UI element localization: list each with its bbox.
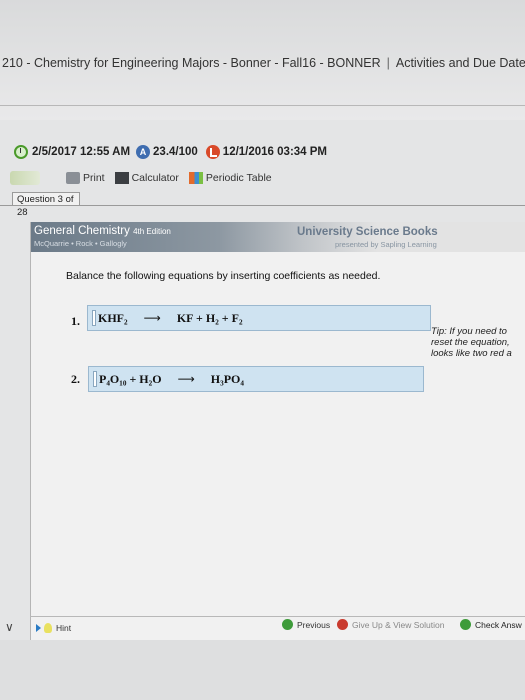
equation-number-1: 1. bbox=[71, 314, 80, 328]
book-title-text: General Chemistry bbox=[34, 225, 130, 237]
give-up-icon bbox=[337, 619, 348, 630]
print-label: Print bbox=[83, 172, 105, 184]
print-button[interactable]: Print bbox=[66, 172, 105, 184]
printer-icon bbox=[66, 172, 80, 184]
breadcrumb-separator: | bbox=[386, 56, 390, 70]
equation-2-reactants: P₄O₁₀ + H₂O bbox=[99, 371, 162, 386]
give-up-button[interactable]: Give Up & View Solution bbox=[337, 619, 444, 630]
resources-icon[interactable] bbox=[10, 171, 40, 185]
score-icon: A bbox=[136, 145, 151, 159]
hint-button[interactable]: Hint bbox=[36, 623, 71, 633]
tip-line-2: reset the equation, bbox=[431, 337, 510, 348]
previous-icon bbox=[282, 619, 293, 630]
tools-toolbar: Print Calculator Periodic Table bbox=[0, 168, 525, 188]
question-divider bbox=[0, 205, 525, 206]
coefficient-input-2a[interactable] bbox=[93, 371, 97, 387]
course-title[interactable]: 210 - Chemistry for Engineering Majors -… bbox=[2, 56, 381, 70]
equation-1-products: KF + H₂ + F₂ bbox=[176, 310, 243, 325]
periodic-table-button[interactable]: Periodic Table bbox=[188, 172, 272, 184]
equation-2-box[interactable]: P₄O₁₀ + H₂O ⟶ H₃PO₄ bbox=[88, 366, 424, 392]
calculator-icon bbox=[114, 172, 129, 184]
coefficient-input-1a[interactable] bbox=[92, 310, 96, 326]
hint-label: Hint bbox=[56, 623, 72, 633]
previous-button[interactable]: Previous bbox=[282, 619, 330, 630]
score-value: 23.4/100 bbox=[153, 146, 198, 158]
current-datetime: 2/5/2017 12:55 AM bbox=[32, 146, 131, 158]
score-badge-letter: A bbox=[139, 147, 147, 157]
activities-link[interactable]: Activities and Due Dates bbox=[396, 56, 525, 70]
check-answer-button[interactable]: Check Answ bbox=[460, 619, 522, 630]
expand-triangle-icon bbox=[36, 624, 41, 632]
browser-header: 210 - Chemistry for Engineering Majors -… bbox=[0, 0, 525, 120]
book-title: General Chemistry 4th Edition bbox=[34, 225, 171, 237]
book-edition: 4th Edition bbox=[133, 227, 171, 236]
assignment-status-bar: 2/5/2017 12:55 AM A 23.4/100 12/1/2016 0… bbox=[0, 140, 525, 164]
equation-1-reactants: KHF₂ bbox=[98, 310, 128, 325]
equation-2-products: H₃PO₄ bbox=[210, 371, 244, 386]
chevron-down-icon[interactable]: ∨ bbox=[5, 620, 14, 634]
tip-line-3: looks like two red a bbox=[431, 348, 512, 359]
publisher-name: University Science Books bbox=[297, 226, 438, 238]
previous-label: Previous bbox=[297, 619, 331, 630]
periodic-table-label: Periodic Table bbox=[205, 172, 272, 184]
problem-instruction: Balance the following equations by inser… bbox=[66, 270, 381, 282]
reaction-arrow-2: ⟶ bbox=[177, 372, 195, 386]
equation-number-2: 2. bbox=[71, 372, 80, 386]
question-tab[interactable]: Question 3 of 28 bbox=[12, 192, 80, 218]
header-divider bbox=[0, 105, 525, 106]
equation-1-box[interactable]: KHF₂ ⟶ KF + H₂ + F₂ bbox=[87, 305, 431, 331]
clock-icon bbox=[14, 145, 28, 159]
due-date-value: 12/1/2016 03:34 PM bbox=[222, 146, 328, 158]
book-authors: McQuarrie • Rock • Gallogly bbox=[34, 239, 127, 248]
question-footer: Hint Previous Give Up & View Solution Ch… bbox=[30, 616, 525, 640]
check-answer-label: Check Answ bbox=[475, 619, 522, 630]
textbook-banner: General Chemistry 4th Edition McQuarrie … bbox=[31, 222, 525, 252]
check-icon bbox=[460, 619, 471, 630]
question-panel: General Chemistry 4th Edition McQuarrie … bbox=[30, 222, 525, 642]
monitor-bezel-area bbox=[0, 640, 525, 700]
calculator-label: Calculator bbox=[131, 172, 179, 184]
publisher-subtitle: presented by Sapling Learning bbox=[335, 240, 437, 249]
calculator-button[interactable]: Calculator bbox=[114, 172, 179, 184]
course-breadcrumb: 210 - Chemistry for Engineering Majors -… bbox=[2, 56, 525, 70]
periodic-table-icon bbox=[188, 172, 203, 184]
tip-text: Tip: If you need to reset the equation, … bbox=[431, 326, 525, 359]
due-date-icon bbox=[205, 145, 220, 159]
tip-line-1: Tip: If you need to bbox=[431, 326, 507, 337]
lightbulb-icon bbox=[44, 623, 52, 633]
reaction-arrow-1: ⟶ bbox=[143, 311, 161, 325]
give-up-label: Give Up & View Solution bbox=[352, 619, 445, 630]
